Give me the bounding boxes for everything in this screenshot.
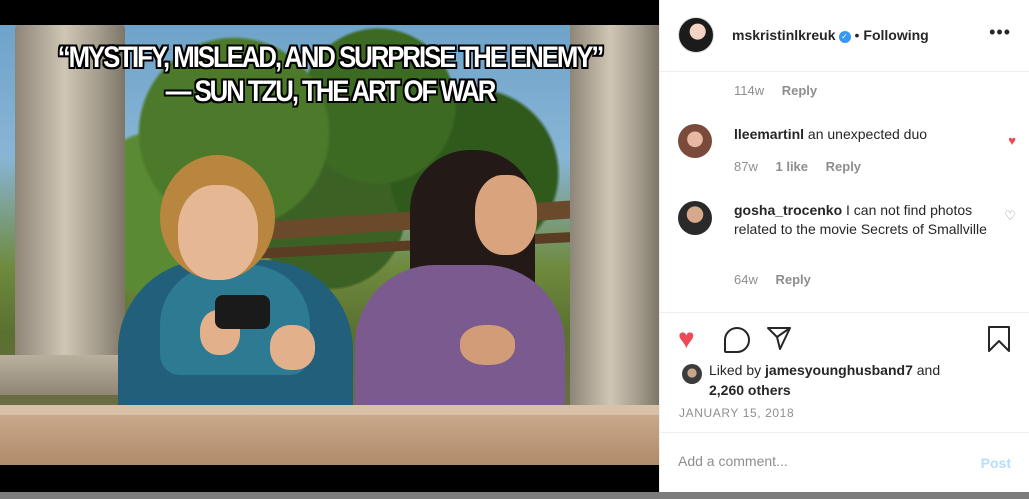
comment-meta: 64w Reply <box>734 272 825 287</box>
likes-summary: Liked by jamesyounghusband7 and 2,260 ot… <box>709 360 1009 400</box>
liker-avatar[interactable] <box>682 364 702 384</box>
author-avatar[interactable] <box>678 17 714 53</box>
photo-camera <box>215 295 270 329</box>
post-header: mskristinlkreuk ✓ • Following ••• <box>660 0 1029 72</box>
comment-reply-button[interactable]: Reply <box>826 159 861 174</box>
commenter-username[interactable]: lleemartinl <box>734 126 804 142</box>
like-heart-icon[interactable]: ♥ <box>678 325 695 353</box>
photo-person-right-hands <box>460 325 515 365</box>
comment-meta: 87w 1 like Reply <box>734 159 875 174</box>
photo-person-left-hand <box>270 325 315 370</box>
window-bottom-edge <box>0 492 1029 499</box>
comment-heart-outline-icon[interactable]: ♡ <box>1004 208 1016 224</box>
post-date[interactable]: JANUARY 15, 2018 <box>679 406 794 420</box>
comment-time[interactable]: 64w <box>734 272 758 287</box>
comment-text: lleemartinl an unexpected duo <box>734 125 996 144</box>
comment-time[interactable]: 114w <box>734 83 764 98</box>
liker-username[interactable]: jamesyounghusband7 <box>765 362 913 378</box>
post-side-panel: mskristinlkreuk ✓ • Following ••• 114w Repl… <box>659 0 1029 492</box>
share-paper-plane-icon[interactable] <box>766 325 792 356</box>
comment-reply-button[interactable]: Reply <box>775 272 810 287</box>
commenter-avatar[interactable] <box>678 201 712 235</box>
photo-wall <box>0 415 659 465</box>
comment-meta: 114w Reply <box>734 83 817 98</box>
meme-caption-line: — SUN TZU, THE ART OF WAR <box>165 75 497 108</box>
comment-time[interactable]: 87w <box>734 159 758 174</box>
comment-heart-icon[interactable]: ♥ <box>1008 133 1016 148</box>
author-username[interactable]: mskristinlkreuk <box>732 27 836 43</box>
meme-caption-line: “MYSTIFY, MISLEAD, AND SURPRISE THE ENEM… <box>57 41 605 74</box>
comment-composer: Post <box>660 432 1029 493</box>
commenter-username[interactable]: gosha_trocenko <box>734 202 842 218</box>
separator-dot: • <box>854 27 860 43</box>
photo-person-left-face <box>178 185 258 280</box>
photo-person-right-face <box>475 175 537 255</box>
verified-badge-icon: ✓ <box>838 31 851 43</box>
save-bookmark-icon[interactable] <box>987 325 1011 358</box>
post-photo[interactable]: “MYSTIFY, MISLEAD, AND SURPRISE THE ENEM… <box>0 0 659 492</box>
post-comment-button[interactable]: Post <box>981 455 1011 471</box>
likes-others-link[interactable]: 2,260 others <box>709 382 791 398</box>
comment-text: gosha_trocenko I can not find photos rel… <box>734 201 996 239</box>
likes-suffix: and <box>912 362 941 378</box>
commenter-avatar[interactable] <box>678 124 712 158</box>
author-info: mskristinlkreuk ✓ • Following <box>732 27 929 45</box>
following-button[interactable]: Following <box>863 27 928 43</box>
comment-like-count[interactable]: 1 like <box>775 159 808 174</box>
comment-body: an unexpected duo <box>804 126 928 142</box>
meme-caption: “MYSTIFY, MISLEAD, AND SURPRISE THE ENEM… <box>55 41 605 109</box>
add-comment-input[interactable] <box>678 453 948 469</box>
more-options-icon[interactable]: ••• <box>989 22 1011 43</box>
comment-bubble-icon[interactable] <box>724 327 750 353</box>
likes-prefix: Liked by <box>709 362 766 378</box>
comment-reply-button[interactable]: Reply <box>782 83 817 98</box>
